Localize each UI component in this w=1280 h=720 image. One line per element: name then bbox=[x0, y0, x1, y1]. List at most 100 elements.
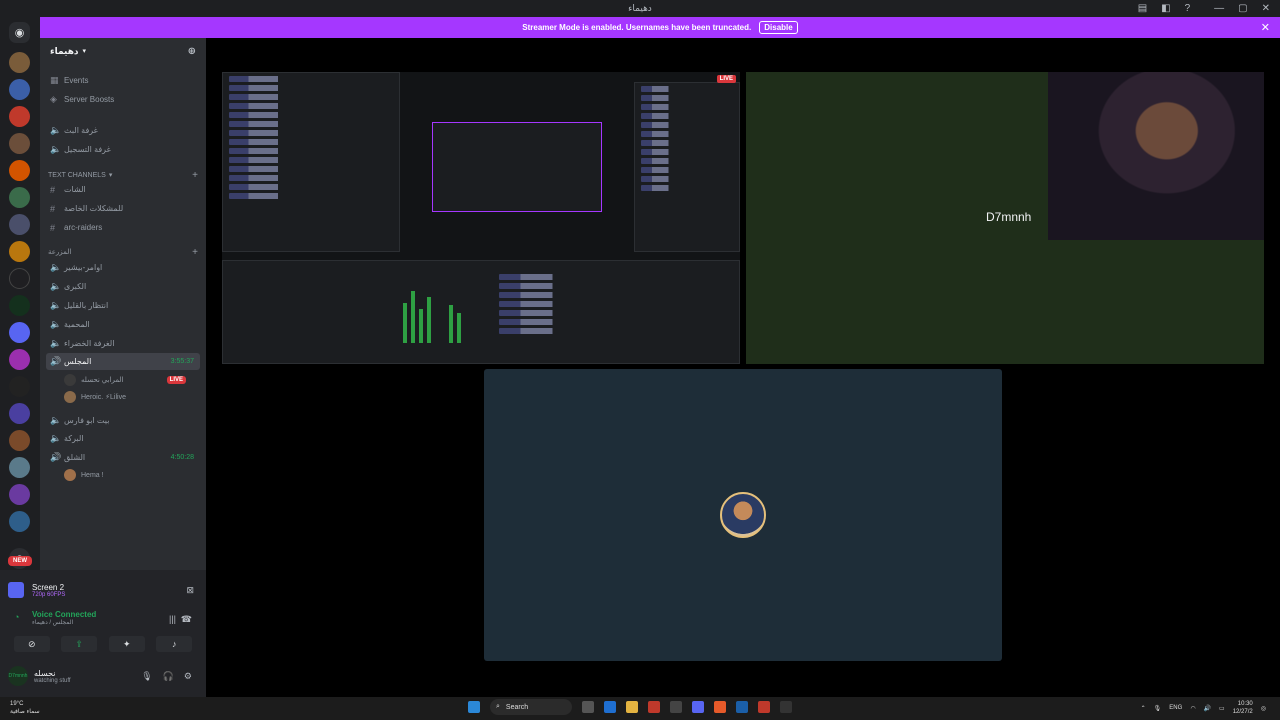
battery-icon[interactable]: ▭ bbox=[1219, 705, 1225, 712]
text-channel[interactable]: # الشات bbox=[46, 181, 200, 198]
file-explorer-icon[interactable] bbox=[626, 701, 638, 713]
text-channels-category[interactable]: Text Channels ▾ + bbox=[48, 169, 198, 181]
server-icon[interactable] bbox=[9, 133, 30, 154]
notifications-icon[interactable]: ◎ bbox=[1261, 705, 1266, 712]
gear-icon[interactable]: ⚙ bbox=[184, 671, 192, 682]
active-voice-channel[interactable]: 🔊 الشلق 4:50:28 bbox=[46, 449, 200, 466]
voice-channel[interactable]: 🔈 الغرفة الخضراء bbox=[46, 335, 200, 352]
app-icon[interactable] bbox=[780, 701, 792, 713]
system-tray: ⌃ 🎙 ENG ◠ 🔊 ▭ 10:30 12/27/2 ◎ bbox=[1141, 700, 1266, 716]
noise-icon[interactable]: ||| bbox=[169, 614, 176, 624]
clock[interactable]: 10:30 12/27/2 bbox=[1233, 700, 1253, 716]
server-icon[interactable] bbox=[9, 187, 30, 208]
close-icon[interactable]: ✕ bbox=[1261, 21, 1270, 34]
disconnect-icon[interactable]: ☎ bbox=[181, 614, 192, 625]
voice-channel[interactable]: 🔈 انتظار بالقليل bbox=[46, 297, 200, 314]
voice-channel[interactable]: 🔈 غرفة التسجيل bbox=[46, 141, 200, 158]
text-channel[interactable]: # arc-raiders bbox=[46, 219, 200, 236]
server-icon[interactable] bbox=[9, 511, 30, 532]
active-voice-channel[interactable]: 🔊 المجلس 3:55:37 bbox=[46, 353, 200, 370]
voice-channel[interactable]: 🔈 غرفة البث bbox=[46, 122, 200, 139]
inbox-icon[interactable]: ▤ bbox=[1138, 3, 1147, 14]
audio-participant-tile[interactable] bbox=[484, 369, 1002, 661]
language-indicator[interactable]: ENG bbox=[1169, 705, 1182, 711]
server-icon[interactable] bbox=[9, 322, 30, 343]
add-channel-icon[interactable]: + bbox=[192, 247, 198, 258]
server-icon[interactable] bbox=[9, 430, 30, 451]
voice-channel[interactable]: 🔈 اوامر-بيشير bbox=[46, 259, 200, 276]
weather-desc: سماء صافية bbox=[10, 709, 40, 715]
camera-tile[interactable]: D7mnnh bbox=[746, 72, 1264, 364]
search-icon: ⌕ bbox=[496, 703, 500, 710]
server-icon[interactable] bbox=[9, 79, 30, 100]
disable-button[interactable]: Disable bbox=[759, 21, 798, 34]
discord-home-icon[interactable]: ◉ bbox=[9, 22, 30, 43]
help-icon[interactable]: ? bbox=[1185, 3, 1191, 14]
events-item[interactable]: ▦ Events bbox=[46, 72, 200, 89]
headphones-icon[interactable]: 🎧 bbox=[163, 671, 174, 682]
voice-channel[interactable]: 🔈 المحمية bbox=[46, 316, 200, 333]
server-icon[interactable] bbox=[9, 160, 30, 181]
server-icon[interactable] bbox=[9, 349, 30, 370]
app-icon[interactable] bbox=[670, 701, 682, 713]
signal-icon[interactable]: ◔ bbox=[14, 612, 19, 622]
steam-icon[interactable] bbox=[736, 701, 748, 713]
server-icon[interactable] bbox=[9, 214, 30, 235]
server-boosts-item[interactable]: ◈ Server Boosts bbox=[46, 91, 200, 108]
server-icon[interactable] bbox=[9, 403, 30, 424]
server-icon[interactable] bbox=[9, 106, 30, 127]
voice-status-box: Voice Connected المجلس / دهيماء ◔ ||| ☎ bbox=[14, 610, 194, 634]
add-member-icon[interactable]: ⊕ bbox=[188, 46, 196, 57]
voice-channel-path[interactable]: المجلس / دهيماء bbox=[14, 619, 194, 626]
taskbar-search[interactable]: ⌕ Search bbox=[490, 699, 572, 715]
maximize-icon[interactable]: ▢ bbox=[1238, 3, 1247, 14]
voice-status[interactable]: Voice Connected bbox=[14, 610, 194, 619]
voice-user[interactable]: المرابي نحسله LIVE bbox=[64, 372, 198, 388]
user-panel[interactable]: D7mnnh نحسله watching stuff 🎙 🎧 ⚙ bbox=[8, 662, 198, 690]
wifi-icon[interactable]: ◠ bbox=[1190, 705, 1195, 712]
text-channel[interactable]: # للمشكلات الخاصة bbox=[46, 200, 200, 217]
server-icon[interactable] bbox=[9, 295, 30, 316]
windows-start-icon[interactable] bbox=[468, 701, 480, 713]
voice-channel[interactable]: 🔈 البركة bbox=[46, 430, 200, 447]
server-icon[interactable] bbox=[9, 268, 30, 289]
voice-category[interactable]: المزرعة + bbox=[48, 246, 198, 258]
obs-icon[interactable] bbox=[648, 701, 660, 713]
soundboard-icon[interactable]: ♪ bbox=[156, 636, 193, 652]
brave-icon[interactable] bbox=[714, 701, 726, 713]
server-icon[interactable] bbox=[9, 241, 30, 262]
stop-share-icon[interactable]: ⊠ bbox=[186, 585, 194, 596]
close-window-icon[interactable]: ✕ bbox=[1262, 3, 1270, 14]
mic-icon[interactable]: 🎙 bbox=[141, 671, 152, 682]
streamer-icon[interactable]: ◧ bbox=[1161, 3, 1170, 14]
minimize-icon[interactable]: — bbox=[1214, 3, 1224, 14]
tray-chevron-icon[interactable]: ⌃ bbox=[1141, 705, 1146, 712]
server-icon[interactable] bbox=[9, 484, 30, 505]
server-icon[interactable] bbox=[9, 376, 30, 397]
voice-channel[interactable]: 🔈 الكبرى bbox=[46, 278, 200, 295]
screen-share-button[interactable]: ⇪ bbox=[61, 636, 98, 652]
screen-share-card[interactable]: Screen 2 720p 60FPS ⊠ bbox=[8, 576, 198, 604]
camera-off-icon[interactable]: ⊘ bbox=[13, 636, 50, 652]
voice-channel[interactable]: 🔈 بيت ابو فارس bbox=[46, 412, 200, 429]
volume-icon[interactable]: 🔊 bbox=[1204, 705, 1211, 712]
server-icon[interactable] bbox=[9, 52, 30, 73]
voice-user[interactable]: Heroic. ⚡Lilive bbox=[64, 389, 198, 405]
server-header[interactable]: دهيماء ▾ ⊕ bbox=[40, 38, 206, 64]
voice-actions: ⊘ ⇪ ✦ ♪ bbox=[8, 636, 198, 654]
record-icon[interactable] bbox=[758, 701, 770, 713]
participant-name: D7mnnh bbox=[986, 210, 1032, 224]
server-icon[interactable] bbox=[9, 457, 30, 478]
task-view-icon[interactable] bbox=[582, 701, 594, 713]
edge-icon[interactable] bbox=[604, 701, 616, 713]
screen-share-tile[interactable]: LIVE bbox=[222, 72, 740, 364]
category-label: Text Channels bbox=[48, 171, 106, 179]
voice-user[interactable]: Hema ! bbox=[64, 467, 198, 483]
discord-icon[interactable] bbox=[692, 701, 704, 713]
mic-icon[interactable]: 🎙 bbox=[1154, 705, 1162, 712]
activities-icon[interactable]: ✦ bbox=[108, 636, 145, 652]
channel-label: الشلق bbox=[64, 453, 86, 462]
weather-widget[interactable]: 19°C سماء صافية bbox=[10, 700, 40, 716]
add-channel-icon[interactable]: + bbox=[192, 170, 198, 181]
chevron-down-icon: ▾ bbox=[108, 172, 113, 179]
